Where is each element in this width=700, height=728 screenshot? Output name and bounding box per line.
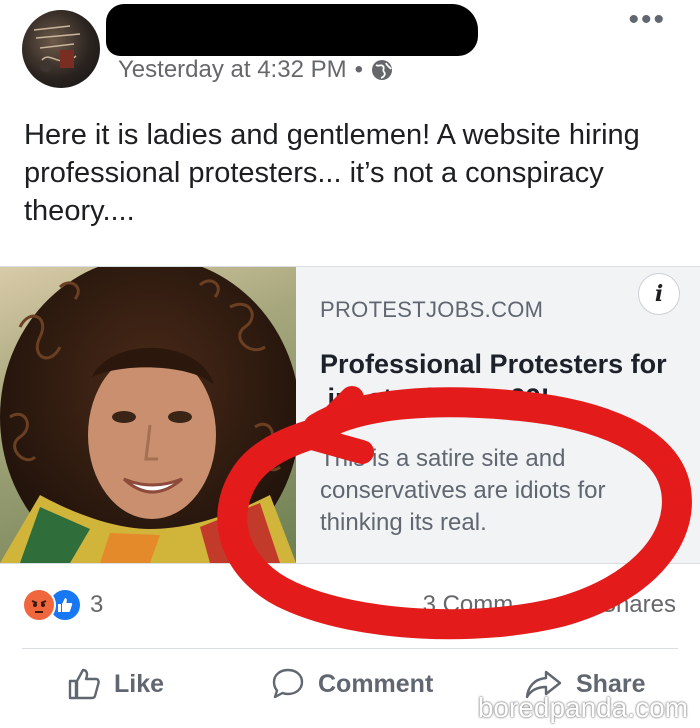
comment-button[interactable]: Comment [270, 666, 433, 702]
meta-separator: • [354, 56, 363, 83]
comment-bubble-icon [272, 668, 304, 699]
post-header: Yesterday at 4:32 PM • ••• [0, 0, 700, 100]
link-title[interactable]: Professional Protesters for ire startin … [320, 347, 670, 415]
like-button[interactable]: Like [66, 666, 164, 702]
globe-icon [372, 60, 392, 80]
avatar[interactable] [22, 10, 100, 88]
link-domain: PROTESTJOBS.COM [320, 297, 544, 322]
divider [22, 648, 678, 649]
reaction-count: 3 [90, 591, 104, 618]
reaction-summary[interactable]: 3 [22, 588, 103, 622]
avatar-artwork [33, 25, 81, 72]
thumbs-up-outline-icon [68, 668, 100, 700]
like-label: Like [114, 669, 165, 698]
post-text: Here it is ladies and gentlemen! A websi… [24, 119, 640, 227]
link-preview-body[interactable]: PROTESTJOBS.COM Professional Protesters … [296, 267, 700, 563]
post-meta: Yesterday at 4:32 PM • [118, 56, 393, 84]
comment-label: Comment [318, 669, 434, 698]
link-preview-image[interactable] [0, 267, 296, 563]
post-timestamp[interactable]: Yesterday at 4:32 PM [118, 56, 347, 84]
link-description: This is a satire site and conservatives … [320, 445, 606, 536]
redacted-name [106, 4, 478, 56]
angry-reaction-icon [22, 588, 56, 622]
info-button[interactable]: i [638, 273, 680, 315]
link-preview-card[interactable]: PROTESTJOBS.COM Professional Protesters … [0, 266, 700, 564]
watermark: boredpanda.com [477, 692, 688, 723]
woman-portrait-image [0, 267, 296, 563]
comments-shares-count[interactable]: 3 Comm 2 Shares [423, 591, 676, 619]
angry-face-icon [31, 600, 47, 613]
thumbs-up-icon [58, 598, 73, 612]
more-options-button[interactable]: ••• [628, 5, 666, 35]
